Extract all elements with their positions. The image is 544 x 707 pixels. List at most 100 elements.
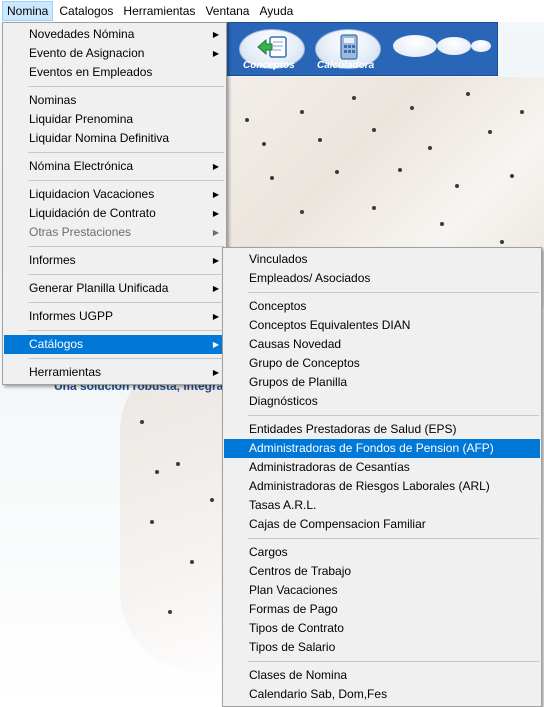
catalogos-item-empleados-asociados[interactable]: Empleados/ Asociados [224, 269, 540, 288]
menu-separator [4, 82, 225, 91]
menu-separator [4, 176, 225, 185]
menu-separator [4, 148, 225, 157]
menu-item-label: Herramientas [29, 365, 102, 379]
submenu-arrow-icon: ▶ [212, 256, 219, 265]
menu-item-label: Catálogos [29, 337, 84, 351]
nomina-item-catalogos[interactable]: Catálogos ▶ [4, 335, 225, 354]
menu-item-label: Otras Prestaciones [29, 225, 132, 239]
menu-item-label: Tipos de Contrato [249, 621, 344, 635]
menu-item-label: Liquidar Nomina Definitiva [29, 131, 170, 145]
submenu-arrow-icon: ▶ [212, 209, 219, 218]
menu-item-label: Conceptos Equivalentes DIAN [249, 318, 411, 332]
catalogos-item-conceptos-equivalentes-dian[interactable]: Conceptos Equivalentes DIAN [224, 316, 540, 335]
catalogos-item-vinculados[interactable]: Vinculados [224, 250, 540, 269]
menu-separator [4, 354, 225, 363]
pattern-dot [488, 130, 492, 134]
menu-item-label: Administradoras de Cesantías [249, 460, 410, 474]
pattern-dot [510, 174, 514, 178]
menu-item-label: Diagnósticos [249, 394, 318, 408]
menu-nomina[interactable]: Nomina [2, 1, 54, 21]
menu-item-label: Informes UGPP [29, 309, 114, 323]
catalogos-item-centros-de-trabajo[interactable]: Centros de Trabajo [224, 562, 540, 581]
pattern-dot [466, 92, 470, 96]
menu-item-label: Conceptos [249, 299, 307, 313]
pattern-dot [300, 110, 304, 114]
catalogos-item-tipos-de-salario[interactable]: Tipos de Salario [224, 638, 540, 657]
catalogos-item-clases-de-nomina[interactable]: Clases de Nomina [224, 666, 540, 685]
menu-item-label: Evento de Asignacion [29, 46, 145, 60]
pattern-dot [372, 128, 376, 132]
menu-separator [224, 657, 540, 666]
pattern-dot [455, 184, 459, 188]
nomina-item-herramientas[interactable]: Herramientas ▶ [4, 363, 225, 382]
menu-item-label: Tasas A.R.L. [249, 498, 317, 512]
menu-item-label: Calendario Sab, Dom,Fes [249, 687, 388, 701]
menu-ayuda[interactable]: Ayuda [255, 1, 297, 21]
pattern-dot [300, 210, 304, 214]
menu-item-label: Causas Novedad [249, 337, 342, 351]
catalogos-item-administradoras-de-fondos-de-pension-afp[interactable]: Administradoras de Fondos de Pension (AF… [224, 439, 540, 458]
nomina-item-liquidar-nomina-definitiva[interactable]: Liquidar Nomina Definitiva [4, 129, 225, 148]
nomina-item-informes[interactable]: Informes ▶ [4, 251, 225, 270]
pattern-dot [410, 106, 414, 110]
menu-item-label: Clases de Nomina [249, 668, 348, 682]
submenu-arrow-icon: ▶ [212, 190, 219, 199]
nomina-item-evento-de-asignacion[interactable]: Evento de Asignacion ▶ [4, 44, 225, 63]
conceptos-toolbar-label: Conceptos [243, 60, 295, 71]
catalogos-item-grupos-de-planilla[interactable]: Grupos de Planilla [224, 373, 540, 392]
catalogos-item-administradoras-de-riesgos-laborales-arl[interactable]: Administradoras de Riesgos Laborales (AR… [224, 477, 540, 496]
menu-item-label: Informes [29, 253, 76, 267]
menu-ventana[interactable]: Ventana [201, 1, 253, 21]
toolbar-empty-button[interactable] [393, 35, 437, 57]
menu-separator [224, 288, 540, 297]
nomina-item-informes-ugpp[interactable]: Informes UGPP ▶ [4, 307, 225, 326]
catalogos-item-tipos-de-contrato[interactable]: Tipos de Contrato [224, 619, 540, 638]
catalogos-item-formas-de-pago[interactable]: Formas de Pago [224, 600, 540, 619]
menu-item-label: Formas de Pago [249, 602, 338, 616]
catalogos-item-calendario-sab-dom-fes[interactable]: Calendario Sab, Dom,Fes [224, 685, 540, 704]
catalogos-item-plan-vacaciones[interactable]: Plan Vacaciones [224, 581, 540, 600]
menu-item-label: Liquidación de Contrato [29, 206, 156, 220]
catalogos-item-administradoras-de-cesantias[interactable]: Administradoras de Cesantías [224, 458, 540, 477]
menu-separator [224, 534, 540, 543]
catalogos-item-grupo-de-conceptos[interactable]: Grupo de Conceptos [224, 354, 540, 373]
submenu-arrow-icon: ▶ [212, 340, 219, 349]
pattern-dot [440, 222, 444, 226]
catalogos-item-cargos[interactable]: Cargos [224, 543, 540, 562]
nomina-item-nomina-electronica[interactable]: Nómina Electrónica ▶ [4, 157, 225, 176]
pattern-dot [168, 610, 172, 614]
nomina-item-novedades-nomina[interactable]: Novedades Nómina ▶ [4, 25, 225, 44]
menu-herramientas[interactable]: Herramientas [119, 1, 199, 21]
nomina-item-generar-planilla-unificada[interactable]: Generar Planilla Unificada ▶ [4, 279, 225, 298]
nomina-item-liquidar-prenomina[interactable]: Liquidar Prenomina [4, 110, 225, 129]
menu-separator [224, 411, 540, 420]
menu-item-label: Generar Planilla Unificada [29, 281, 169, 295]
menu-item-label: Cajas de Compensacion Familiar [249, 517, 426, 531]
pattern-dot [140, 420, 144, 424]
nomina-item-eventos-en-empleados[interactable]: Eventos en Empleados [4, 63, 225, 82]
pattern-dot [270, 176, 274, 180]
nomina-item-liquidacion-de-contrato[interactable]: Liquidación de Contrato ▶ [4, 204, 225, 223]
menu-catalogos[interactable]: Catalogos [55, 1, 117, 21]
pattern-dot [372, 206, 376, 210]
pattern-dot [190, 560, 194, 564]
pattern-dot [176, 462, 180, 466]
toolbar-empty-button[interactable] [437, 37, 471, 55]
toolbar-empty-button[interactable] [471, 40, 491, 52]
menu-item-label: Entidades Prestadoras de Salud (EPS) [249, 422, 457, 436]
menu-item-label: Eventos en Empleados [29, 65, 153, 79]
menu-separator [4, 242, 225, 251]
menu-separator [4, 326, 225, 335]
catalogos-item-causas-novedad[interactable]: Causas Novedad [224, 335, 540, 354]
nomina-item-otras-prestaciones: Otras Prestaciones ▶ [4, 223, 225, 242]
catalogos-item-cajas-de-compensacion-familiar[interactable]: Cajas de Compensacion Familiar [224, 515, 540, 534]
menu-separator [4, 298, 225, 307]
nomina-item-liquidacion-vacaciones[interactable]: Liquidacion Vacaciones ▶ [4, 185, 225, 204]
catalogos-item-diagnosticos[interactable]: Diagnósticos [224, 392, 540, 411]
submenu-arrow-icon: ▶ [212, 284, 219, 293]
catalogos-item-conceptos[interactable]: Conceptos [224, 297, 540, 316]
submenu-arrow-icon: ▶ [212, 228, 219, 237]
catalogos-item-tasas-a-r-l[interactable]: Tasas A.R.L. [224, 496, 540, 515]
catalogos-item-entidades-prestadoras-de-salud-eps[interactable]: Entidades Prestadoras de Salud (EPS) [224, 420, 540, 439]
nomina-item-nominas[interactable]: Nominas [4, 91, 225, 110]
